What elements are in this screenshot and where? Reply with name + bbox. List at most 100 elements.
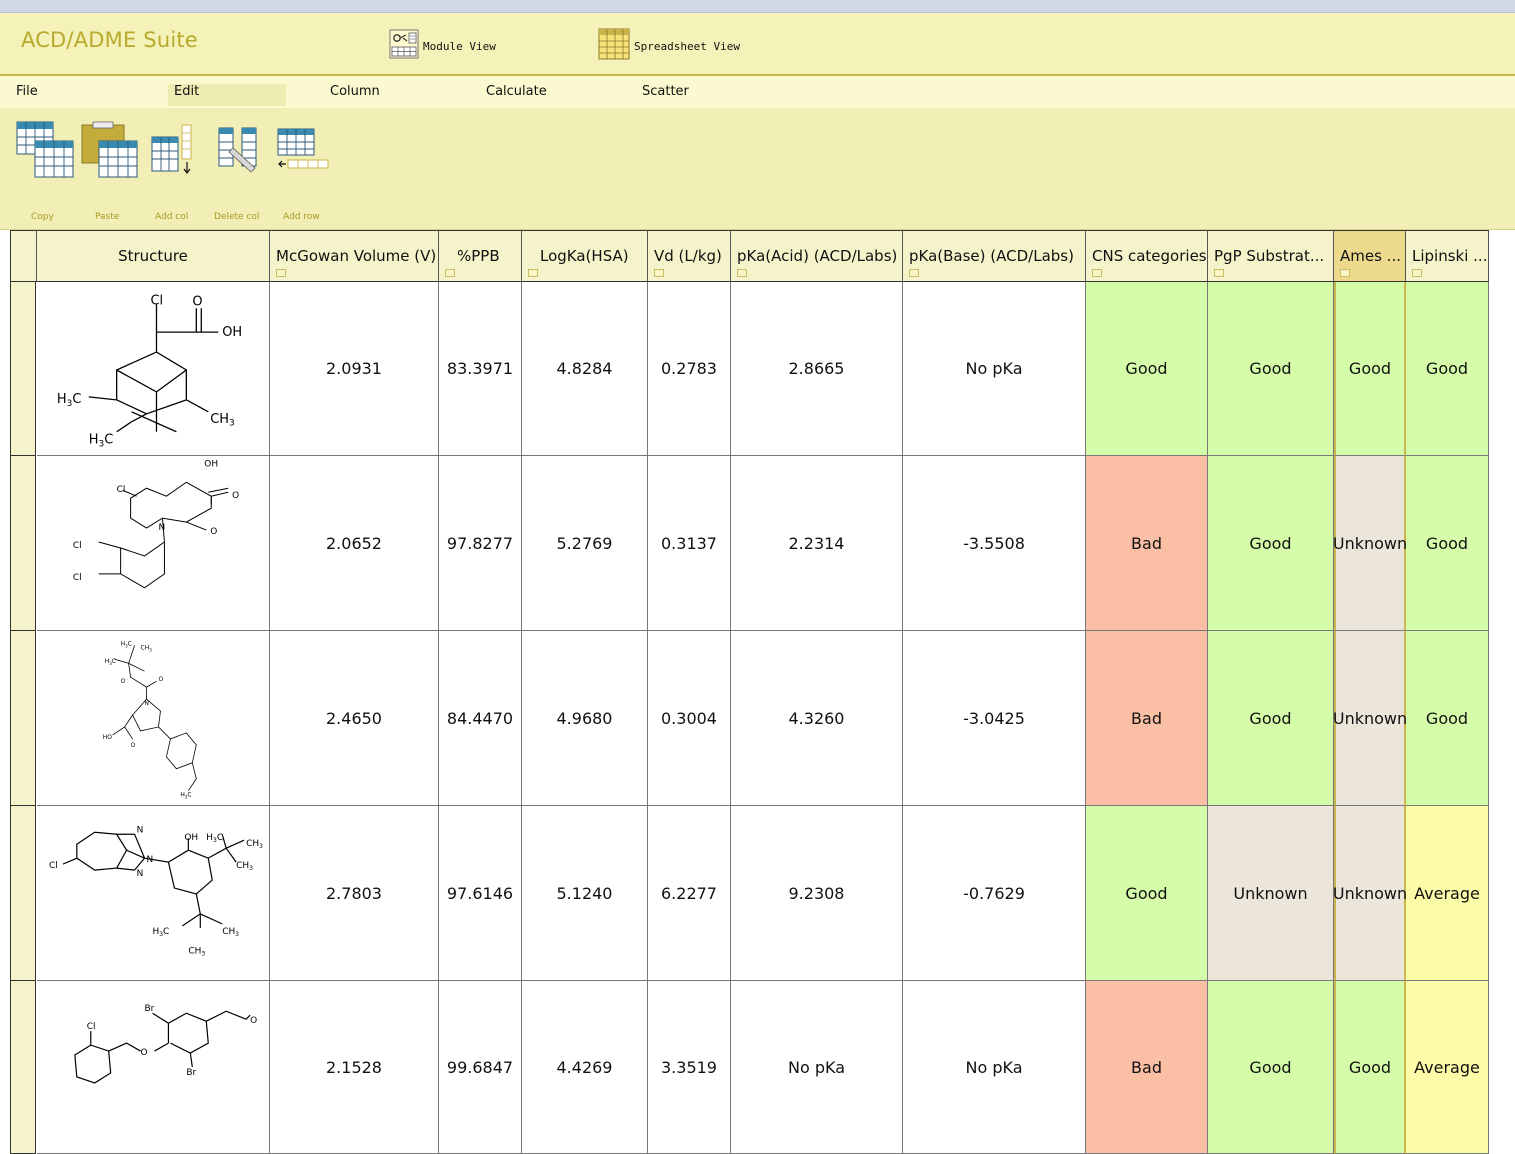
ppb-cell[interactable]: 84.4470 xyxy=(439,631,522,806)
ppb-cell[interactable]: 83.3971 xyxy=(439,282,522,456)
mcgowan-cell[interactable]: 2.7803 xyxy=(270,806,439,981)
cns-cell[interactable]: Bad xyxy=(1086,631,1208,806)
col-header-structure[interactable]: Structure xyxy=(37,230,270,282)
col-header-pgp[interactable]: PgP Substrat... xyxy=(1208,230,1334,282)
pka-acid-cell[interactable]: 9.2308 xyxy=(731,806,903,981)
pka-base-cell[interactable]: -3.0425 xyxy=(903,631,1086,806)
col-header-vd[interactable]: Vd (L/kg) xyxy=(648,230,731,282)
structure-cell[interactable]: H3C CH3 H3C O O N HO O H3C xyxy=(37,631,270,806)
ames-cell[interactable]: Unknown xyxy=(1333,631,1407,806)
col-header-pka-base[interactable]: pKa(Base) (ACD/Labs) xyxy=(903,230,1086,282)
pka-base-cell[interactable]: -3.5508 xyxy=(903,456,1086,631)
cns-cell[interactable]: Good xyxy=(1086,282,1208,456)
col-header-pka-acid[interactable]: pKa(Acid) (ACD/Labs) xyxy=(731,230,903,282)
row-header[interactable] xyxy=(11,631,36,806)
col-header-ppb[interactable]: %PPB xyxy=(439,230,522,282)
logka-cell[interactable]: 5.2769 xyxy=(522,456,648,631)
pka-acid-cell[interactable]: 2.2314 xyxy=(731,456,903,631)
mcgowan-cell[interactable]: 2.0931 xyxy=(270,282,439,456)
menu-edit[interactable]: Edit xyxy=(168,84,286,106)
ames-cell[interactable]: Unknown xyxy=(1333,806,1407,981)
lipinski-cell[interactable]: Good xyxy=(1406,282,1489,456)
svg-text:Br: Br xyxy=(145,1004,155,1014)
svg-text:H3C: H3C xyxy=(180,791,191,799)
col-header-label: pKa(Acid) (ACD/Labs) xyxy=(737,247,898,265)
vd-cell[interactable]: 6.2277 xyxy=(648,806,731,981)
copy-button[interactable] xyxy=(16,121,74,183)
pgp-cell[interactable]: Good xyxy=(1208,981,1334,1154)
ames-cell[interactable]: Good xyxy=(1334,282,1406,456)
row-header[interactable] xyxy=(11,456,36,631)
svg-text:Br: Br xyxy=(186,1067,196,1077)
pka-base-cell[interactable]: -0.7629 xyxy=(903,806,1086,981)
add-row-button[interactable] xyxy=(277,128,331,176)
structure-cell[interactable]: N N N Cl OH H3C CH3 CH3 H3C CH3 CH3 xyxy=(37,806,270,981)
pgp-cell[interactable]: Unknown xyxy=(1208,806,1334,981)
menu-file[interactable]: File xyxy=(16,84,38,106)
spreadsheet-view-button[interactable]: Spreadsheet View xyxy=(598,28,740,64)
pka-acid-cell[interactable]: 2.8665 xyxy=(731,282,903,456)
svg-text:N: N xyxy=(137,825,144,835)
pgp-cell[interactable]: Good xyxy=(1208,456,1334,631)
menu-scatter[interactable]: Scatter xyxy=(642,84,689,106)
svg-text:CH3: CH3 xyxy=(210,411,234,428)
ames-cell[interactable]: Unknown xyxy=(1333,456,1407,631)
mcgowan-cell[interactable]: 2.1528 xyxy=(270,981,439,1154)
col-header-cns[interactable]: CNS categories xyxy=(1086,230,1208,282)
mcgowan-cell[interactable]: 2.0652 xyxy=(270,456,439,631)
ppb-cell[interactable]: 97.6146 xyxy=(439,806,522,981)
row-header[interactable] xyxy=(11,282,36,456)
molecule-structure: N N N Cl OH H3C CH3 CH3 H3C CH3 CH3 xyxy=(49,825,263,957)
paste-label: Paste xyxy=(95,212,120,222)
cns-cell[interactable]: Bad xyxy=(1086,981,1208,1154)
pka-acid-cell[interactable]: 4.3260 xyxy=(731,631,903,806)
pka-base-cell[interactable]: No pKa xyxy=(903,981,1086,1154)
paste-button[interactable] xyxy=(81,121,139,183)
logka-cell[interactable]: 4.9680 xyxy=(522,631,648,806)
logka-cell[interactable]: 4.8284 xyxy=(522,282,648,456)
add-column-icon xyxy=(151,124,192,174)
menu-column[interactable]: Column xyxy=(330,84,380,106)
copy-table-icon xyxy=(16,121,74,178)
structure-cell[interactable]: Cl O OH H3C CH3 H3C xyxy=(37,282,270,456)
vd-cell[interactable]: 0.2783 xyxy=(648,282,731,456)
ames-cell[interactable]: Good xyxy=(1334,981,1406,1154)
lipinski-cell[interactable]: Good xyxy=(1406,456,1489,631)
lipinski-cell[interactable]: Average xyxy=(1406,806,1489,981)
structure-cell[interactable]: OH O Cl N O Cl Cl xyxy=(37,456,270,631)
copy-label: Copy xyxy=(31,212,54,222)
pka-base-cell[interactable]: No pKa xyxy=(903,282,1086,456)
module-view-button[interactable]: Module View xyxy=(389,29,496,62)
logka-cell[interactable]: 5.1240 xyxy=(522,806,648,981)
row-header[interactable] xyxy=(11,806,36,981)
row-header[interactable] xyxy=(11,981,36,1154)
pka-acid-cell[interactable]: No pKa xyxy=(731,981,903,1154)
lipinski-cell[interactable]: Good xyxy=(1406,631,1489,806)
col-header-mcgowan[interactable]: McGowan Volume (V) xyxy=(270,230,439,282)
cns-cell[interactable]: Bad xyxy=(1086,456,1208,631)
col-header-ames[interactable]: Ames ... xyxy=(1334,230,1406,282)
logka-cell[interactable]: 4.4269 xyxy=(522,981,648,1154)
cns-cell[interactable]: Good xyxy=(1086,806,1208,981)
ppb-cell[interactable]: 99.6847 xyxy=(439,981,522,1154)
mcgowan-cell[interactable]: 2.4650 xyxy=(270,631,439,806)
pgp-cell[interactable]: Good xyxy=(1208,631,1334,806)
menu-calculate[interactable]: Calculate xyxy=(486,84,547,106)
vd-cell[interactable]: 3.3519 xyxy=(648,981,731,1154)
spreadsheet-view-icon xyxy=(598,28,630,64)
pgp-cell[interactable]: Good xyxy=(1208,282,1334,456)
ppb-cell[interactable]: 97.8277 xyxy=(439,456,522,631)
svg-text:H3C: H3C xyxy=(89,432,113,449)
structure-cell[interactable]: Cl O Br Br O xyxy=(37,981,270,1154)
svg-text:Cl: Cl xyxy=(49,861,58,871)
svg-text:CH3: CH3 xyxy=(188,946,205,957)
col-header-lipinski[interactable]: Lipinski ... xyxy=(1406,230,1489,282)
add-column-button[interactable] xyxy=(151,124,197,180)
vd-cell[interactable]: 0.3004 xyxy=(648,631,731,806)
delete-column-button[interactable] xyxy=(217,124,263,180)
vd-cell[interactable]: 0.3137 xyxy=(648,456,731,631)
corner-header[interactable] xyxy=(11,230,37,282)
lipinski-cell[interactable]: Average xyxy=(1406,981,1489,1154)
svg-text:O: O xyxy=(121,678,126,685)
col-header-logka[interactable]: LogKa(HSA) xyxy=(522,230,648,282)
